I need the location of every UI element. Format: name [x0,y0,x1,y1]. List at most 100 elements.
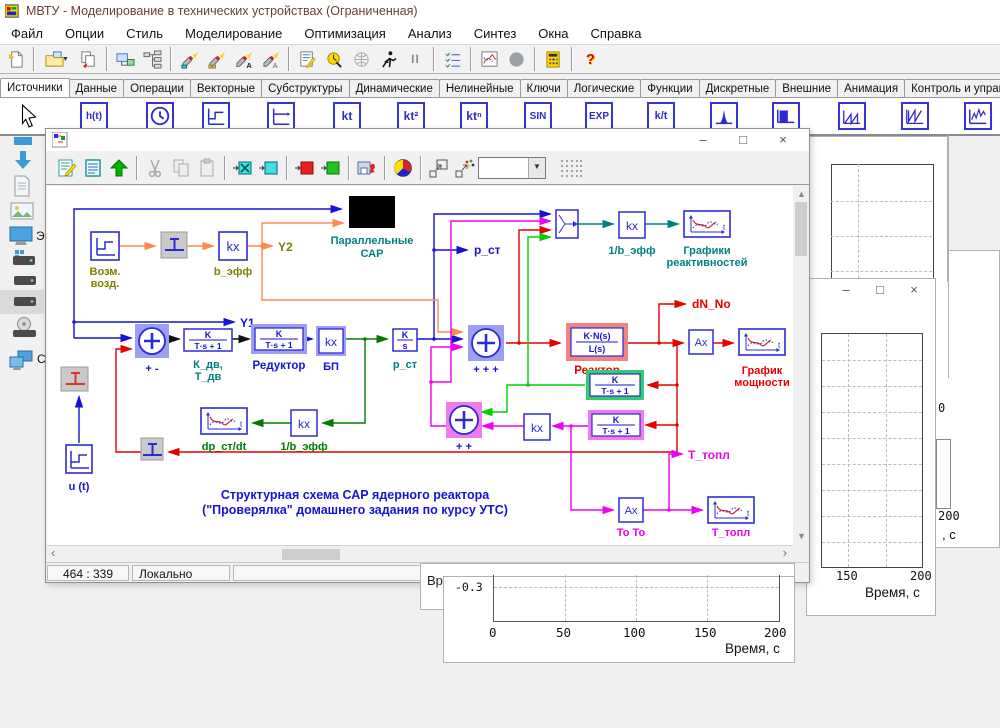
palette-exponent-block[interactable]: EXP [585,102,613,130]
block-gain-b-eff[interactable]: kx b_эфф [214,232,253,278]
schematic-canvas[interactable]: t [47,186,795,545]
menu-style[interactable]: Стиль [115,24,174,43]
tab-keys[interactable]: Ключи [520,79,568,97]
block-gain-inv-b-eff[interactable]: kx 1/b_эфф [280,410,328,453]
plot-window-back-top[interactable] [808,136,948,282]
palette-hyperbola-block[interactable]: k/t [647,102,675,130]
palette-power-block[interactable]: ktⁿ [460,102,488,130]
downloads-icon[interactable] [12,150,34,172]
go-up-level-button[interactable] [106,155,132,181]
zoom-combobox[interactable]: ▼ [478,157,546,179]
block-sum-1[interactable]: + - [135,324,169,375]
block-parallel-sar[interactable]: Параллельные САР [331,196,414,260]
close-button[interactable]: × [763,132,803,147]
tab-data[interactable]: Данные [69,79,125,97]
tab-operations[interactable]: Операции [123,79,191,97]
palette-noise-block[interactable] [964,102,992,130]
schematic-editor-window[interactable]: –□× ▼ [45,128,810,583]
grid-toggle-button[interactable] [558,155,584,181]
help-button[interactable]: ? [577,47,604,72]
tab-external[interactable]: Внешние [775,79,838,97]
tab-dynamic[interactable]: Динамические [349,79,440,97]
graph-window-button[interactable] [476,47,503,72]
this-pc-label[interactable]: Э [36,229,45,243]
plot-window-back-right[interactable]: 0 200 , с [934,250,1000,548]
block-tf-fuel-magenta[interactable]: K T·s + 1 [588,410,644,440]
run-simulation-button[interactable] [375,47,402,72]
insert-block-button[interactable] [256,155,282,181]
continue-run-clock-button[interactable] [321,47,348,72]
text-list-button[interactable] [80,155,106,181]
palette-parabola-block[interactable]: kt² [397,102,425,130]
block-port-in-1[interactable] [161,232,187,258]
submodel-button[interactable] [112,47,139,72]
block-integrator-p-st[interactable]: K s р_ст [393,329,418,371]
palette-reverse-sawtooth-block[interactable] [901,102,929,130]
scroll-up-arrow[interactable]: ▲ [797,190,806,199]
menu-analysis[interactable]: Анализ [397,24,463,43]
palette-step-response-block[interactable]: h(t) [80,102,108,130]
block-plot-reactivities[interactable]: Графики реактивностей [667,211,748,269]
tab-vector[interactable]: Векторные [190,79,262,97]
palette-ramp-block[interactable]: kt [333,102,361,130]
block-tf-reducer[interactable]: K T·s + 1 Редуктор [251,324,307,372]
block-tf-k-dv[interactable]: K T·s + 1 К_дв, Т_дв [184,329,232,383]
tab-sources[interactable]: Источники [0,78,70,97]
scroll-down-arrow[interactable]: ▼ [797,532,806,541]
tab-control[interactable]: Контроль и управление [904,79,1000,97]
palette-step-block[interactable] [202,102,230,130]
block-ax-1[interactable]: Ax [689,330,713,354]
block-plot-t-topl[interactable]: Т_топл [708,497,754,539]
maximize-button[interactable]: □ [723,132,763,147]
palette-sine-block[interactable]: SIN [524,102,552,130]
menu-modeling[interactable]: Моделирование [174,24,293,43]
network-disabled-icon[interactable] [348,47,375,72]
menu-optimization[interactable]: Оптимизация [293,24,397,43]
pictures-icon[interactable] [10,201,34,221]
pause-button[interactable]: II [402,47,429,72]
cut-button-disabled[interactable] [142,155,168,181]
parameter-list-button[interactable] [439,47,466,72]
edit-schematic-button[interactable] [54,155,80,181]
close-button[interactable]: × [897,282,931,297]
color-settings-button[interactable] [390,155,416,181]
block-sum-3[interactable]: + + [446,402,482,453]
block-gain-bp[interactable]: kx БП [316,326,346,373]
delete-block-button[interactable] [230,155,256,181]
paste-button-disabled[interactable] [194,155,220,181]
tab-logic[interactable]: Логические [567,79,642,97]
flashlight-submodel-search-button[interactable] [203,47,230,72]
minimize-button[interactable]: – [683,132,723,147]
combo-dropdown-button[interactable]: ▼ [528,158,545,178]
horizontal-scroll-thumb[interactable] [282,549,340,560]
documents-icon[interactable] [12,175,32,197]
menu-synthesis[interactable]: Синтез [463,24,528,43]
tab-functions[interactable]: Функции [640,79,699,97]
block-plot-power[interactable]: График мощности [734,329,789,389]
menu-windows[interactable]: Окна [527,24,579,43]
drive-icon[interactable] [13,274,37,288]
scale-schematic-button[interactable] [426,155,452,181]
cd-drive-icon[interactable] [12,317,37,338]
network-icon[interactable] [8,349,34,371]
tab-nonlinear[interactable]: Нелинейные [439,79,521,97]
parameters-notebook-button[interactable] [294,47,321,72]
block-gain-3[interactable]: kx [524,414,550,440]
save-restructure-button[interactable] [75,47,102,72]
save-fragment-button[interactable] [354,155,380,181]
scroll-right-arrow[interactable]: › [783,548,787,557]
palette-impulse-block[interactable] [710,102,738,130]
copy-button-disabled[interactable] [168,155,194,181]
selected-drive-row[interactable] [0,290,44,314]
tab-discrete[interactable]: Дискретные [699,79,777,97]
flashlight-text-search-button[interactable]: A [230,47,257,72]
new-file-button[interactable] [2,47,29,72]
maximize-button[interactable]: □ [863,282,897,297]
vertical-scrollbar[interactable]: ▲ ▼ [793,186,809,545]
explorer-item-icon[interactable] [12,137,34,145]
block-reactor[interactable]: K·N(s) L(s) Реактор [566,323,628,377]
menu-help[interactable]: Справка [580,24,653,43]
submodel-tree-button[interactable] [139,47,166,72]
cursor-tool-icon[interactable] [18,104,40,130]
menu-file[interactable]: Файл [0,24,54,43]
